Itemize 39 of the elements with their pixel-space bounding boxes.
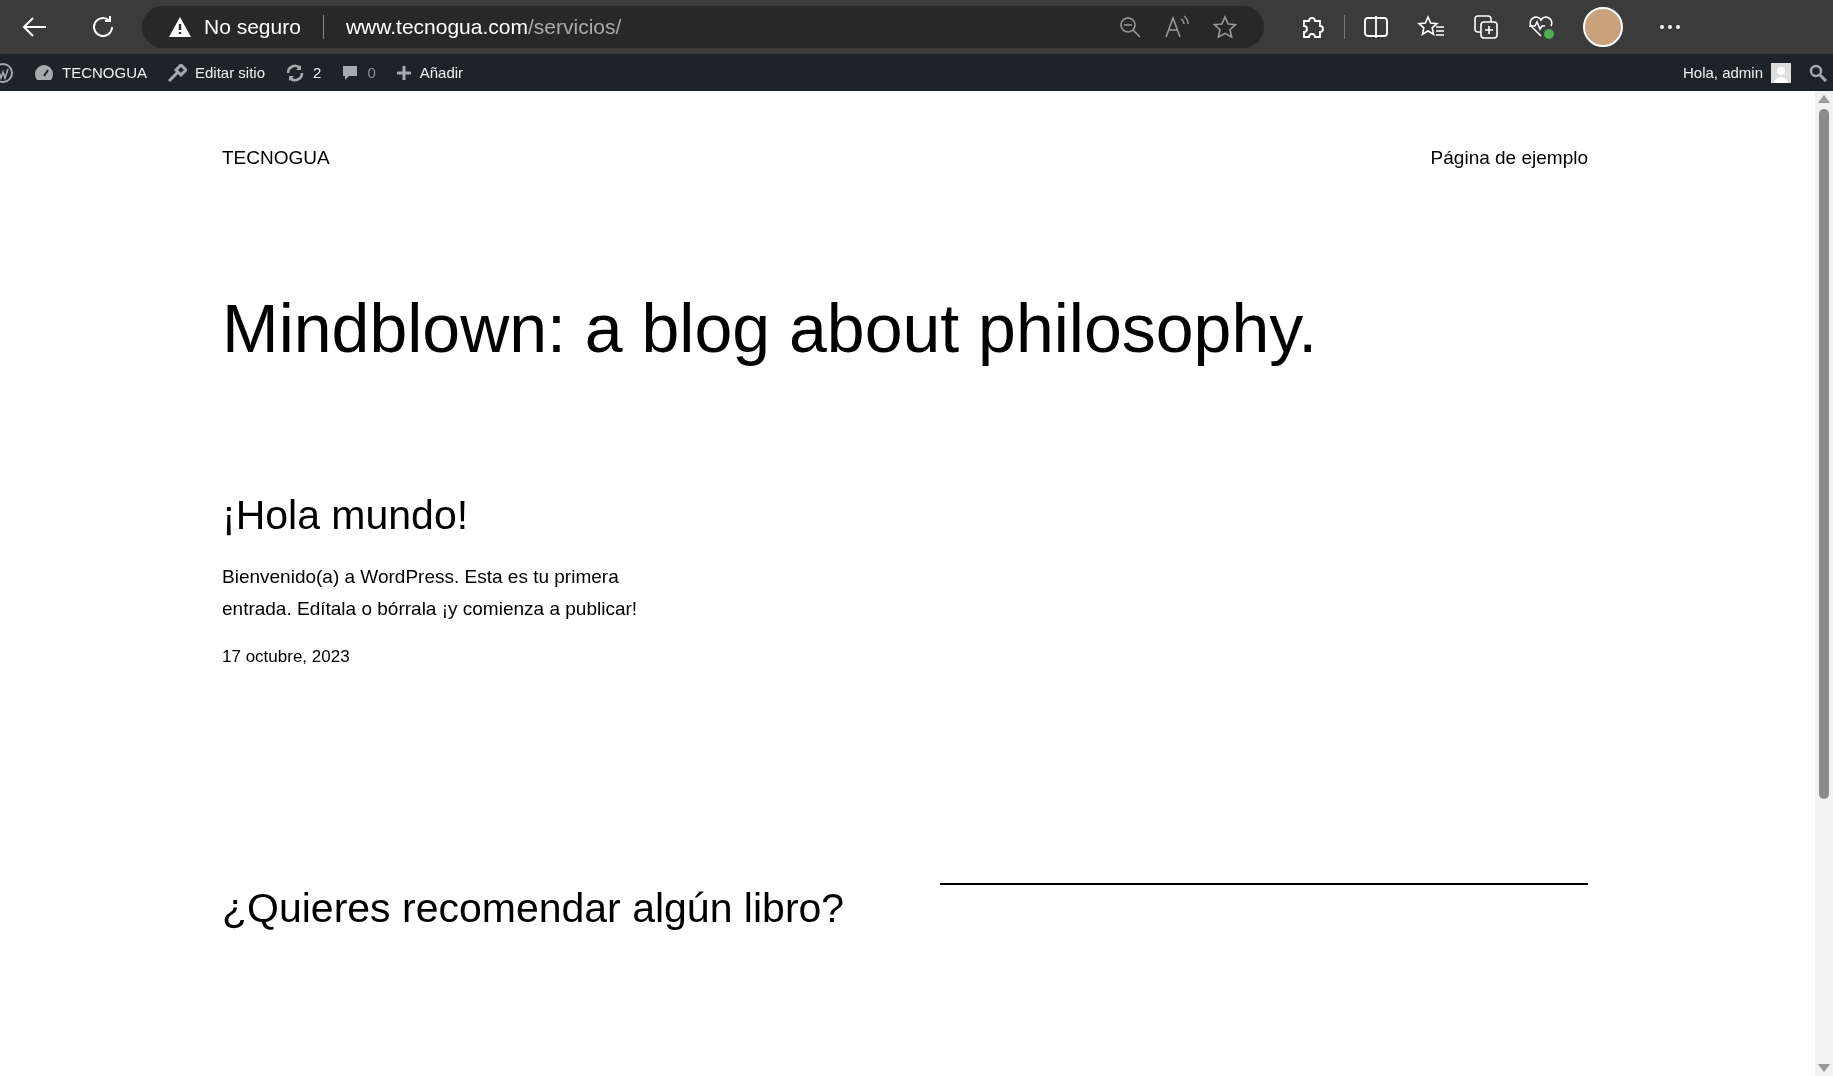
nav-link[interactable]: Página de ejemplo xyxy=(1430,147,1588,168)
back-icon[interactable] xyxy=(22,16,48,38)
puzzle-icon[interactable] xyxy=(1300,14,1326,40)
url-text: www.tecnogua.com/servicios/ xyxy=(345,15,622,39)
favorites-icon[interactable] xyxy=(1417,15,1445,39)
updates-count[interactable]: 2 xyxy=(313,64,322,81)
split-screen-icon[interactable] xyxy=(1363,15,1389,39)
user-avatar-icon xyxy=(1771,62,1791,83)
comments-count[interactable]: 0 xyxy=(367,64,376,81)
brush-icon xyxy=(167,63,187,82)
site-title-link[interactable]: TECNOGUA xyxy=(222,147,330,169)
search-icon[interactable] xyxy=(1809,63,1827,82)
star-icon[interactable] xyxy=(1212,15,1238,39)
wordpress-logo-icon[interactable] xyxy=(0,61,14,84)
dashboard-icon xyxy=(34,63,54,82)
profile-avatar[interactable] xyxy=(1583,7,1623,47)
site-name-link[interactable]: TECNOGUA xyxy=(62,64,147,81)
address-bar[interactable]: No seguro www.tecnogua.com/servicios/ xyxy=(142,6,1264,48)
greeting-link[interactable]: Hola, admin xyxy=(1682,64,1763,81)
read-aloud-icon[interactable] xyxy=(1164,15,1190,39)
page-heading: Mindblown: a blog about philosophy. xyxy=(222,289,1319,367)
heartbeat-icon[interactable] xyxy=(1527,14,1555,40)
section-heading: ¿Quieres recomendar algún libro? xyxy=(222,885,846,932)
zoom-out-icon[interactable] xyxy=(1118,15,1142,39)
warning-icon xyxy=(168,16,192,38)
updates-icon xyxy=(285,63,306,82)
collections-icon[interactable] xyxy=(1473,14,1499,40)
edit-site-link[interactable]: Editar sitio xyxy=(195,64,266,81)
reload-icon[interactable] xyxy=(90,14,116,40)
scrollbar-thumb[interactable] xyxy=(1819,109,1829,799)
comment-icon xyxy=(341,63,360,82)
security-label: No seguro xyxy=(204,15,301,39)
post-title-link[interactable]: ¡Hola mundo! xyxy=(222,492,662,539)
more-icon[interactable] xyxy=(1659,24,1681,30)
plus-icon xyxy=(395,64,412,81)
scrollbar[interactable] xyxy=(1815,91,1833,1076)
add-new-link[interactable]: Añadir xyxy=(419,64,464,81)
post-excerpt: Bienvenido(a) a WordPress. Esta es tu primera entrada. Edítala o bórrala ¡y comienza a publicar! xyxy=(222,565,639,621)
post-date: 17 octubre, 2023 xyxy=(222,647,351,667)
